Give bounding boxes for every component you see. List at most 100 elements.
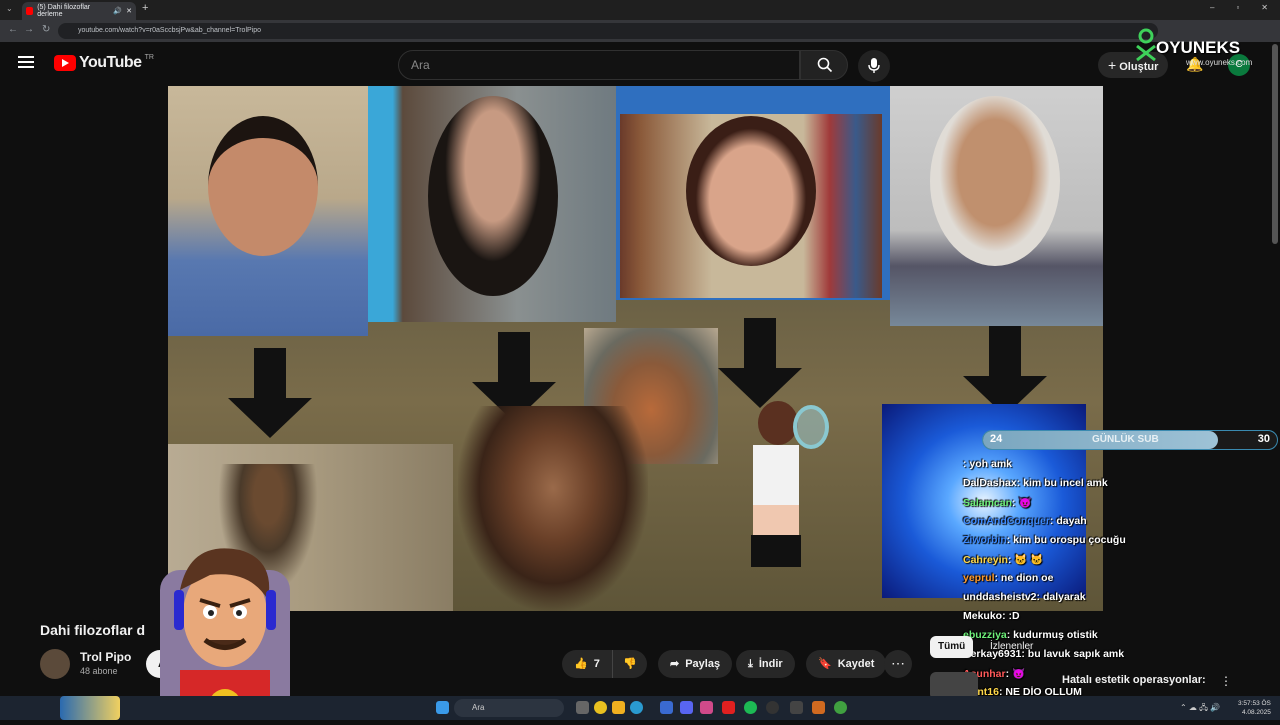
plus-icon: + <box>1108 57 1117 73</box>
clock-time: 3:57:53 ÖS <box>1238 700 1271 707</box>
system-tray[interactable]: ⌃ ☁ 🖧 🔊 <box>1180 702 1220 716</box>
chat-message: ComAndConquer: dayah <box>963 515 1183 534</box>
oyuneks-mascot-icon <box>1136 28 1156 62</box>
edge-icon[interactable] <box>630 701 643 714</box>
maximize-icon[interactable]: ▫ <box>1236 3 1239 12</box>
thumbs-up-icon: 👍 <box>574 658 588 670</box>
youtube-favicon-icon <box>26 7 34 15</box>
logo-text: YouTube <box>79 54 142 71</box>
like-button[interactable]: 👍 7 <box>562 650 612 678</box>
tab-title: (5) Dahi filozoflar derleme <box>37 4 91 18</box>
tab-close-icon[interactable]: ✕ <box>126 7 136 15</box>
chat-message: Cahreyin: 🐱 🐱 <box>963 553 1183 572</box>
download-icon: ⤓ <box>748 658 753 670</box>
start-menu-icon[interactable] <box>436 701 449 714</box>
person-face-4 <box>930 96 1060 266</box>
discord-icon[interactable] <box>680 701 693 714</box>
chat-text: : bu lavuk sapık amk <box>1021 648 1125 660</box>
chat-message: Mekuko: :D <box>963 610 1183 629</box>
save-label: Kaydet <box>837 658 875 670</box>
country-code: TR <box>144 53 154 61</box>
page-scrollbar[interactable] <box>1272 44 1278 244</box>
task-view-icon[interactable] <box>576 701 589 714</box>
sub-bar-label: GÜNLÜK SUB <box>1092 434 1159 445</box>
taskbar-search-input[interactable]: Ara <box>454 699 564 717</box>
chat-username: Salamcan <box>963 497 1013 509</box>
chat-username: Ziworbin <box>963 534 1007 546</box>
oyuneks-brand-text: OYUNEKS <box>1156 38 1241 57</box>
tab-audio-icon[interactable]: 🔊 <box>113 7 122 15</box>
app-icon-2[interactable] <box>700 701 713 714</box>
chat-text: : 😈 <box>1012 497 1032 509</box>
chip-watched[interactable]: İzlenenler <box>990 641 1033 652</box>
app-icon-3[interactable] <box>790 701 803 714</box>
channel-name[interactable]: Trol Pipo <box>80 650 131 664</box>
chat-message: yeprul: ne dion oe <box>963 572 1183 591</box>
reload-icon[interactable]: ↻ <box>42 24 50 35</box>
dislike-button[interactable]: 👎 <box>612 650 647 678</box>
more-actions-button[interactable]: ⋯ <box>884 650 912 678</box>
sub-current-count: 24 <box>990 433 1003 445</box>
subscriber-count: 48 abone <box>80 666 118 676</box>
search-button[interactable] <box>800 50 848 80</box>
youtube-header: YouTube TR Ara + Oluştur 🔔 C <box>0 42 1280 86</box>
youtube-logo[interactable]: YouTube TR <box>54 54 154 72</box>
person-face-3 <box>686 116 816 266</box>
chat-text: : :D <box>1002 610 1020 622</box>
chip-watched-label: İzlenenler <box>990 641 1034 652</box>
chat-text: : dalyarak <box>1036 591 1086 603</box>
chat-text: : 😈 <box>1005 668 1026 680</box>
chat-text: : kim bu incel amk <box>1016 477 1108 489</box>
minimize-icon[interactable]: – <box>1210 3 1214 12</box>
chat-text: : dayah <box>1049 515 1087 527</box>
file-explorer-icon[interactable] <box>612 701 625 714</box>
taskbar-weather-icon[interactable] <box>60 696 120 720</box>
back-icon[interactable]: ← <box>8 24 18 35</box>
person-face-1 <box>208 116 318 256</box>
share-button[interactable]: ➦ Paylaş <box>658 650 733 678</box>
chat-username: yeprul <box>963 572 995 584</box>
microphone-icon <box>868 58 880 73</box>
browser-tab-strip: ⌄ (5) Dahi filozoflar derleme 🔊 ✕ + – ▫ … <box>0 0 1280 20</box>
sub-goal-count: 30 <box>1257 433 1270 445</box>
recommended-title[interactable]: Hatalı estetik operasyonlar: <box>1062 674 1206 686</box>
browser-tab[interactable]: (5) Dahi filozoflar derleme 🔊 ✕ <box>22 2 136 20</box>
channel-avatar[interactable] <box>40 649 70 679</box>
tab-menu-icon[interactable]: ⌄ <box>6 4 13 13</box>
voice-search-button[interactable] <box>858 50 890 82</box>
window-controls: – ▫ ✕ <box>1210 3 1268 12</box>
chat-username: unddasheistv2 <box>963 591 1037 603</box>
chip-all[interactable]: Tümü <box>930 636 974 658</box>
chrome-active-icon[interactable] <box>834 701 847 714</box>
chat-message: unddasheistv2: dalyarak <box>963 591 1183 610</box>
forward-icon[interactable]: → <box>24 24 34 35</box>
recommended-more-icon[interactable]: ⋮ <box>1220 674 1232 688</box>
webcam-frame-1 <box>168 86 368 336</box>
taskbar-clock[interactable]: 3:57:53 ÖS 4.08.2025 <box>1238 699 1271 717</box>
close-window-icon[interactable]: ✕ <box>1261 3 1268 12</box>
new-tab-button[interactable]: + <box>142 2 148 14</box>
search-icon <box>817 57 833 73</box>
webcam-frame-2 <box>368 86 616 322</box>
chrome-icon[interactable] <box>594 701 607 714</box>
video-title: Dahi filozoflar d <box>40 622 145 638</box>
share-label: Paylaş <box>685 658 721 670</box>
search-input[interactable]: Ara <box>398 50 800 80</box>
address-bar[interactable]: youtube.com/watch?v=r0aSccbsjPw&ab_chann… <box>58 23 1158 39</box>
person-face-2 <box>428 96 558 296</box>
app-icon-4[interactable] <box>812 701 825 714</box>
spotify-icon[interactable] <box>744 701 757 714</box>
thumbs-down-icon: 👎 <box>623 658 637 670</box>
webcam-frame-3 <box>616 86 890 300</box>
streamer-avatar-overlay <box>150 530 300 721</box>
app-icon-1[interactable] <box>660 701 673 714</box>
youtube-taskbar-icon[interactable] <box>722 701 735 714</box>
down-arrow-icon-4 <box>963 326 1047 416</box>
anime-girl-image <box>713 401 833 611</box>
chat-text: : kudurmuş otistik <box>1006 629 1098 641</box>
bookmark-icon: 🔖 <box>818 658 832 670</box>
save-button[interactable]: 🔖 Kaydet <box>806 650 887 678</box>
download-button[interactable]: ⤓ İndir <box>736 650 795 678</box>
obs-icon[interactable] <box>766 701 779 714</box>
menu-icon[interactable] <box>18 56 34 68</box>
